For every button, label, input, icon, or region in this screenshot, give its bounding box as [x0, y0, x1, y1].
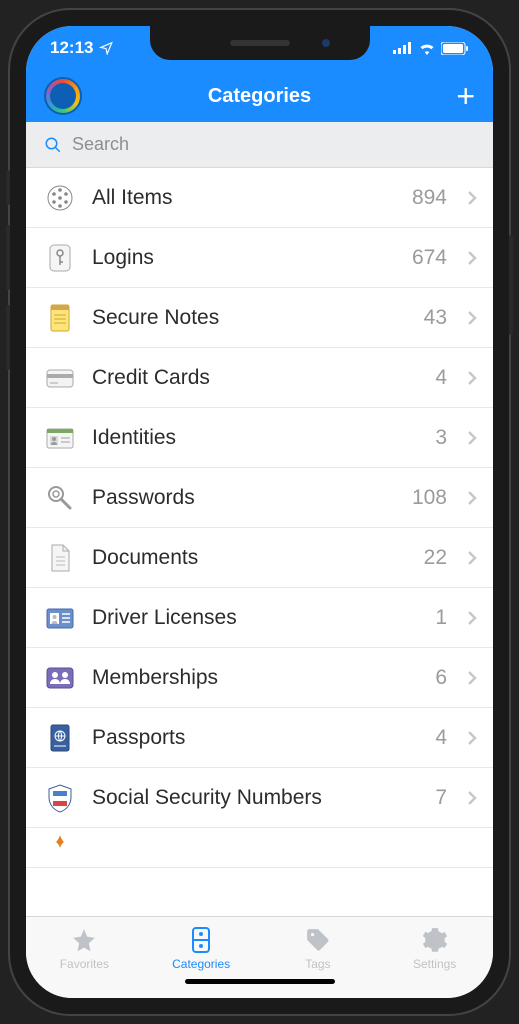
category-label: Memberships — [92, 666, 421, 690]
tab-bar: Favorites Categories Tags Settings — [26, 916, 493, 998]
tab-label: Favorites — [60, 957, 109, 971]
category-label: Social Security Numbers — [92, 786, 421, 810]
gear-icon — [422, 926, 448, 954]
chevron-right-icon — [467, 610, 477, 626]
chevron-right-icon — [467, 670, 477, 686]
category-label: Driver Licenses — [92, 606, 421, 630]
tab-label: Settings — [413, 957, 456, 971]
tab-categories[interactable]: Categories — [143, 917, 260, 980]
category-count: 674 — [412, 246, 447, 270]
page-title: Categories — [26, 85, 493, 108]
category-all-items[interactable]: All Items 894 — [26, 168, 493, 228]
status-time: 12:13 — [50, 38, 93, 58]
categories-list: All Items 894 Logins 674 Secure Notes 43 — [26, 168, 493, 916]
tab-favorites[interactable]: Favorites — [26, 917, 143, 980]
category-ssn[interactable]: Social Security Numbers 7 — [26, 768, 493, 828]
star-icon — [71, 926, 97, 954]
chevron-right-icon — [467, 790, 477, 806]
battery-icon — [441, 42, 469, 55]
category-count: 1 — [435, 606, 447, 630]
category-memberships[interactable]: Memberships 6 — [26, 648, 493, 708]
category-label: Passports — [92, 726, 421, 750]
documents-icon — [42, 540, 78, 576]
category-count: 6 — [435, 666, 447, 690]
screen: 12:13 Categories + — [26, 26, 493, 998]
chevron-right-icon — [467, 370, 477, 386]
passwords-icon — [42, 480, 78, 516]
notch — [150, 26, 370, 60]
software-icon — [42, 830, 78, 866]
passports-icon — [42, 720, 78, 756]
category-count: 108 — [412, 486, 447, 510]
identities-icon — [42, 420, 78, 456]
driver-licenses-icon — [42, 600, 78, 636]
logins-icon — [42, 240, 78, 276]
chevron-right-icon — [467, 430, 477, 446]
category-label: All Items — [92, 186, 398, 210]
category-count: 43 — [424, 306, 447, 330]
chevron-right-icon — [467, 550, 477, 566]
category-secure-notes[interactable]: Secure Notes 43 — [26, 288, 493, 348]
phone-frame: 12:13 Categories + — [10, 10, 509, 1014]
all-items-icon — [42, 180, 78, 216]
category-identities[interactable]: Identities 3 — [26, 408, 493, 468]
category-logins[interactable]: Logins 674 — [26, 228, 493, 288]
wifi-icon — [418, 42, 436, 55]
credit-cards-icon — [42, 360, 78, 396]
location-icon — [99, 41, 113, 55]
tab-label: Tags — [305, 957, 330, 971]
category-documents[interactable]: Documents 22 — [26, 528, 493, 588]
tab-tags[interactable]: Tags — [260, 917, 377, 980]
category-credit-cards[interactable]: Credit Cards 4 — [26, 348, 493, 408]
account-avatar[interactable] — [44, 77, 82, 115]
signal-icon — [393, 42, 413, 54]
categories-icon — [190, 926, 212, 954]
tag-icon — [305, 926, 331, 954]
category-passports[interactable]: Passports 4 — [26, 708, 493, 768]
ssn-icon — [42, 780, 78, 816]
nav-bar: Categories + — [26, 70, 493, 122]
search-bar[interactable] — [26, 122, 493, 168]
tab-label: Categories — [172, 957, 230, 971]
chevron-right-icon — [467, 190, 477, 206]
category-label: Credit Cards — [92, 366, 421, 390]
category-passwords[interactable]: Passwords 108 — [26, 468, 493, 528]
add-button[interactable]: + — [456, 78, 475, 115]
chevron-right-icon — [467, 730, 477, 746]
search-icon — [44, 136, 62, 154]
category-partial[interactable] — [26, 828, 493, 868]
category-count: 4 — [435, 366, 447, 390]
category-count: 894 — [412, 186, 447, 210]
chevron-right-icon — [467, 490, 477, 506]
secure-notes-icon — [42, 300, 78, 336]
category-count: 3 — [435, 426, 447, 450]
search-input[interactable] — [72, 134, 475, 155]
category-label: Documents — [92, 546, 410, 570]
category-label: Passwords — [92, 486, 398, 510]
category-label: Logins — [92, 246, 398, 270]
memberships-icon — [42, 660, 78, 696]
category-label: Identities — [92, 426, 421, 450]
category-label: Secure Notes — [92, 306, 410, 330]
category-count: 4 — [435, 726, 447, 750]
category-count: 22 — [424, 546, 447, 570]
category-count: 7 — [435, 786, 447, 810]
tab-settings[interactable]: Settings — [376, 917, 493, 980]
category-driver-licenses[interactable]: Driver Licenses 1 — [26, 588, 493, 648]
chevron-right-icon — [467, 310, 477, 326]
chevron-right-icon — [467, 250, 477, 266]
